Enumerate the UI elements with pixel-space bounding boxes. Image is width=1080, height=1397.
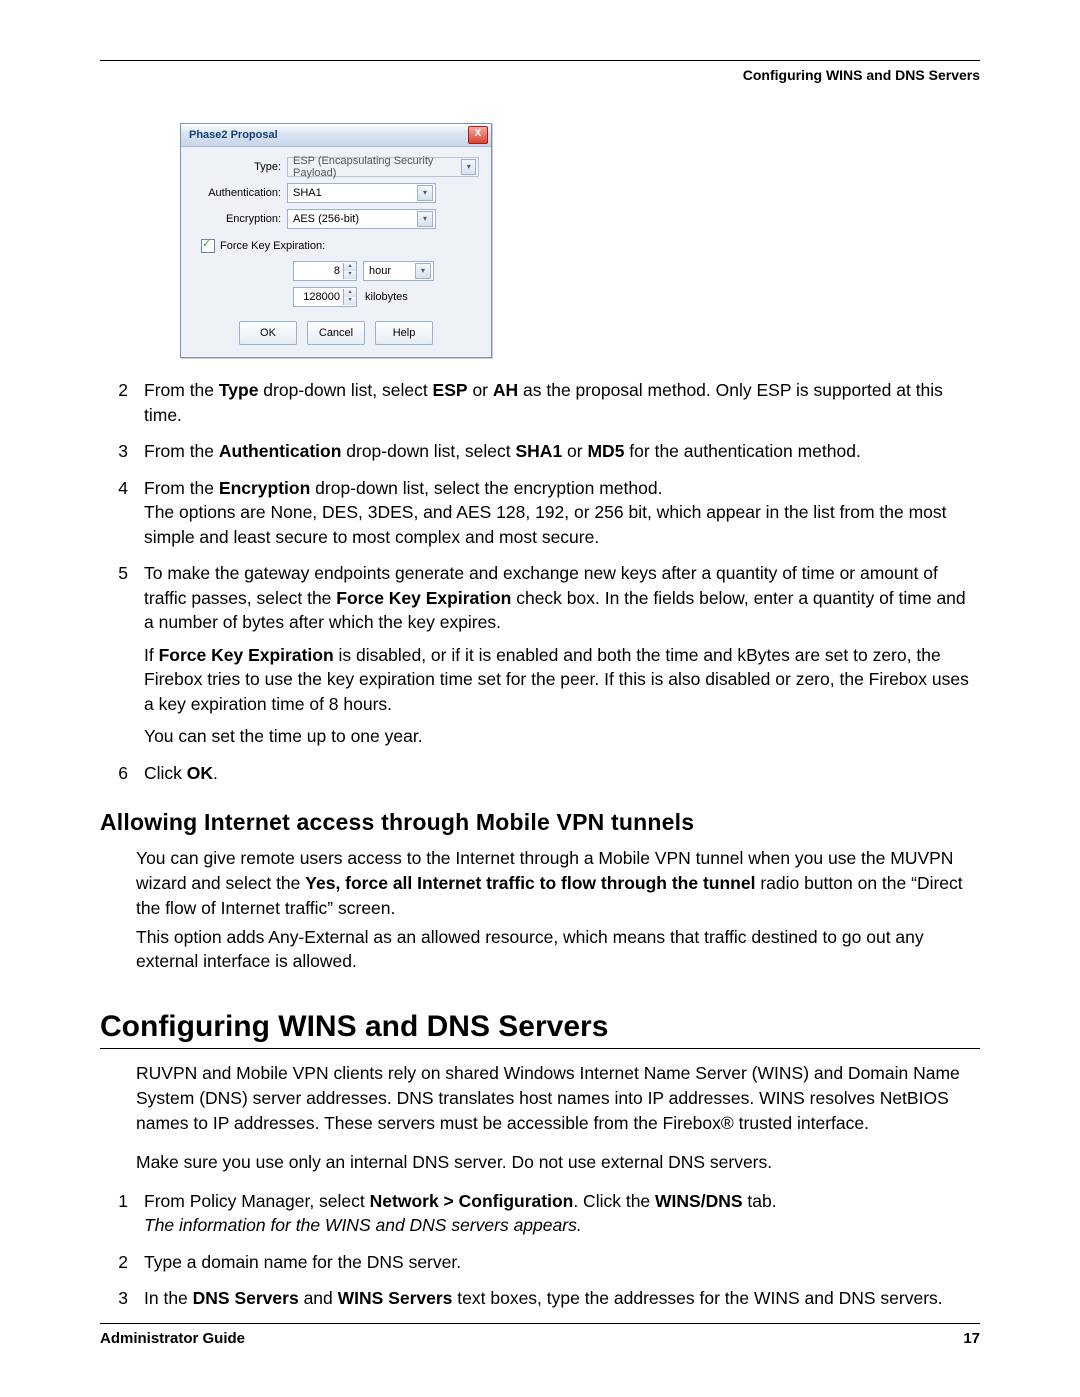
time-spinner[interactable]: 8 ▴▾: [293, 261, 357, 281]
dialog-title: Phase2 Proposal: [189, 129, 278, 141]
auth-label: Authentication:: [193, 187, 287, 199]
type-dropdown[interactable]: ESP (Encapsulating Security Payload) ▾: [287, 157, 479, 177]
steps-list-a: 2From the Type drop-down list, select ES…: [100, 378, 980, 785]
ok-button[interactable]: OK: [239, 321, 297, 345]
body-paragraph: This option adds Any-External as an allo…: [136, 925, 980, 975]
dialog-titlebar[interactable]: Phase2 Proposal X: [181, 124, 491, 147]
enc-label: Encryption:: [193, 213, 287, 225]
subsection-heading: Allowing Internet access through Mobile …: [100, 809, 980, 836]
running-head: Configuring WINS and DNS Servers: [100, 67, 980, 83]
cancel-button[interactable]: Cancel: [307, 321, 365, 345]
help-button[interactable]: Help: [375, 321, 433, 345]
section-heading: Configuring WINS and DNS Servers: [100, 1010, 980, 1044]
chevron-down-icon: ▾: [461, 159, 476, 175]
numbered-step: 2From the Type drop-down list, select ES…: [100, 378, 980, 427]
enc-dropdown[interactable]: AES (256-bit) ▾: [287, 209, 436, 229]
steps-list-b: 1From Policy Manager, select Network > C…: [100, 1189, 980, 1311]
body-paragraph: You can give remote users access to the …: [136, 846, 980, 921]
body-paragraph: Make sure you use only an internal DNS s…: [136, 1150, 980, 1175]
auth-dropdown[interactable]: SHA1 ▾: [287, 183, 436, 203]
phase2-proposal-dialog: Phase2 Proposal X Type: ESP (Encapsulati…: [180, 123, 492, 358]
chevron-down-icon: ▾: [417, 211, 433, 227]
page-footer: Administrator Guide 17: [100, 1323, 980, 1347]
close-icon[interactable]: X: [468, 126, 488, 144]
numbered-step: 5To make the gateway endpoints generate …: [100, 561, 980, 749]
type-label: Type:: [193, 161, 287, 173]
numbered-step: 2Type a domain name for the DNS server.: [100, 1250, 980, 1275]
bytes-spinner[interactable]: 128000 ▴▾: [293, 287, 357, 307]
body-paragraph: RUVPN and Mobile VPN clients rely on sha…: [136, 1061, 980, 1136]
chevron-down-icon: ▾: [417, 185, 433, 201]
numbered-step: 1From Policy Manager, select Network > C…: [100, 1189, 980, 1238]
numbered-step: 6Click OK.: [100, 761, 980, 786]
checkbox-checked-icon[interactable]: [201, 239, 215, 253]
footer-left: Administrator Guide: [100, 1330, 245, 1347]
time-unit-dropdown[interactable]: hour ▾: [363, 261, 434, 281]
dialog-figure: Phase2 Proposal X Type: ESP (Encapsulati…: [180, 123, 980, 358]
force-key-checkbox-row[interactable]: Force Key Expiration:: [201, 239, 479, 253]
chevron-down-icon: ▾: [415, 263, 431, 279]
numbered-step: 3From the Authentication drop-down list,…: [100, 439, 980, 464]
bytes-unit-label: kilobytes: [365, 291, 408, 303]
numbered-step: 3In the DNS Servers and WINS Servers tex…: [100, 1286, 980, 1311]
numbered-step: 4From the Encryption drop-down list, sel…: [100, 476, 980, 550]
footer-page-number: 17: [963, 1330, 980, 1347]
